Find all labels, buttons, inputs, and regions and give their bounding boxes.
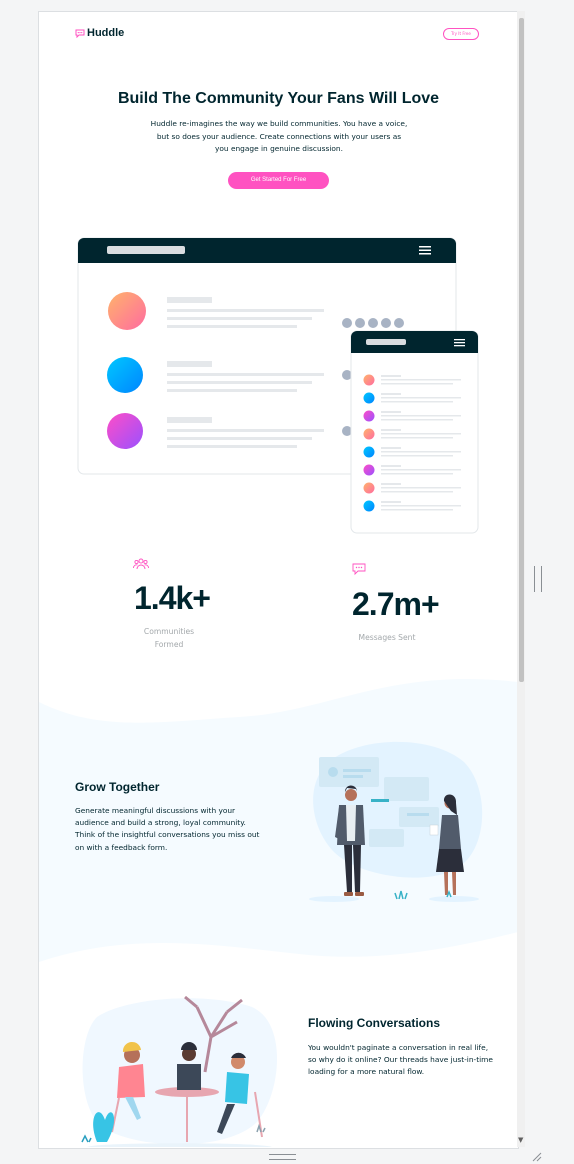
resize-corner-icon[interactable] [530, 1150, 542, 1162]
get-started-button[interactable]: Get Started For Free [228, 172, 329, 189]
browser-viewport: Huddle Try It Free Build The Community Y… [38, 11, 519, 1149]
horizontal-resize-grip[interactable] [269, 1154, 296, 1160]
grow-together-illustration [309, 741, 483, 902]
feature-title-grow: Grow Together [75, 780, 160, 794]
stat-value-messages: 2.7m+ [352, 586, 440, 622]
try-it-free-button[interactable]: Try It Free [443, 28, 479, 40]
hero-description: Huddle re-imagines the way we build comm… [150, 119, 408, 153]
stat-label-messages: Messages Sent [358, 633, 416, 642]
vertical-resize-grip[interactable] [534, 566, 542, 592]
feature-desc-grow: Generate meaningful discussions with you… [75, 806, 260, 852]
feature-desc-flowing: You wouldn't paginate a conversation in … [308, 1043, 493, 1077]
flowing-conversations-illustration [81, 995, 277, 1147]
app-mockup-illustration [77, 237, 479, 534]
scrollbar-thumb[interactable] [519, 18, 524, 682]
scroll-down-arrow-icon[interactable]: ▼ [518, 1136, 523, 1144]
communities-icon [133, 558, 149, 570]
messages-icon [352, 563, 366, 576]
hero-title: Build The Community Your Fans Will Love [117, 90, 440, 107]
stat-label-communities-line1: Communities [143, 627, 195, 636]
stat-label-communities-line2: Formed [154, 640, 184, 649]
chat-bubble-icon [75, 29, 85, 38]
feature-title-flowing: Flowing Conversations [308, 1016, 441, 1030]
stat-label-communities: Communities Formed [134, 625, 204, 651]
logo[interactable]: Huddle [75, 27, 124, 39]
logo-text: Huddle [87, 27, 125, 39]
stat-value-communities: 1.4k+ [134, 580, 211, 616]
